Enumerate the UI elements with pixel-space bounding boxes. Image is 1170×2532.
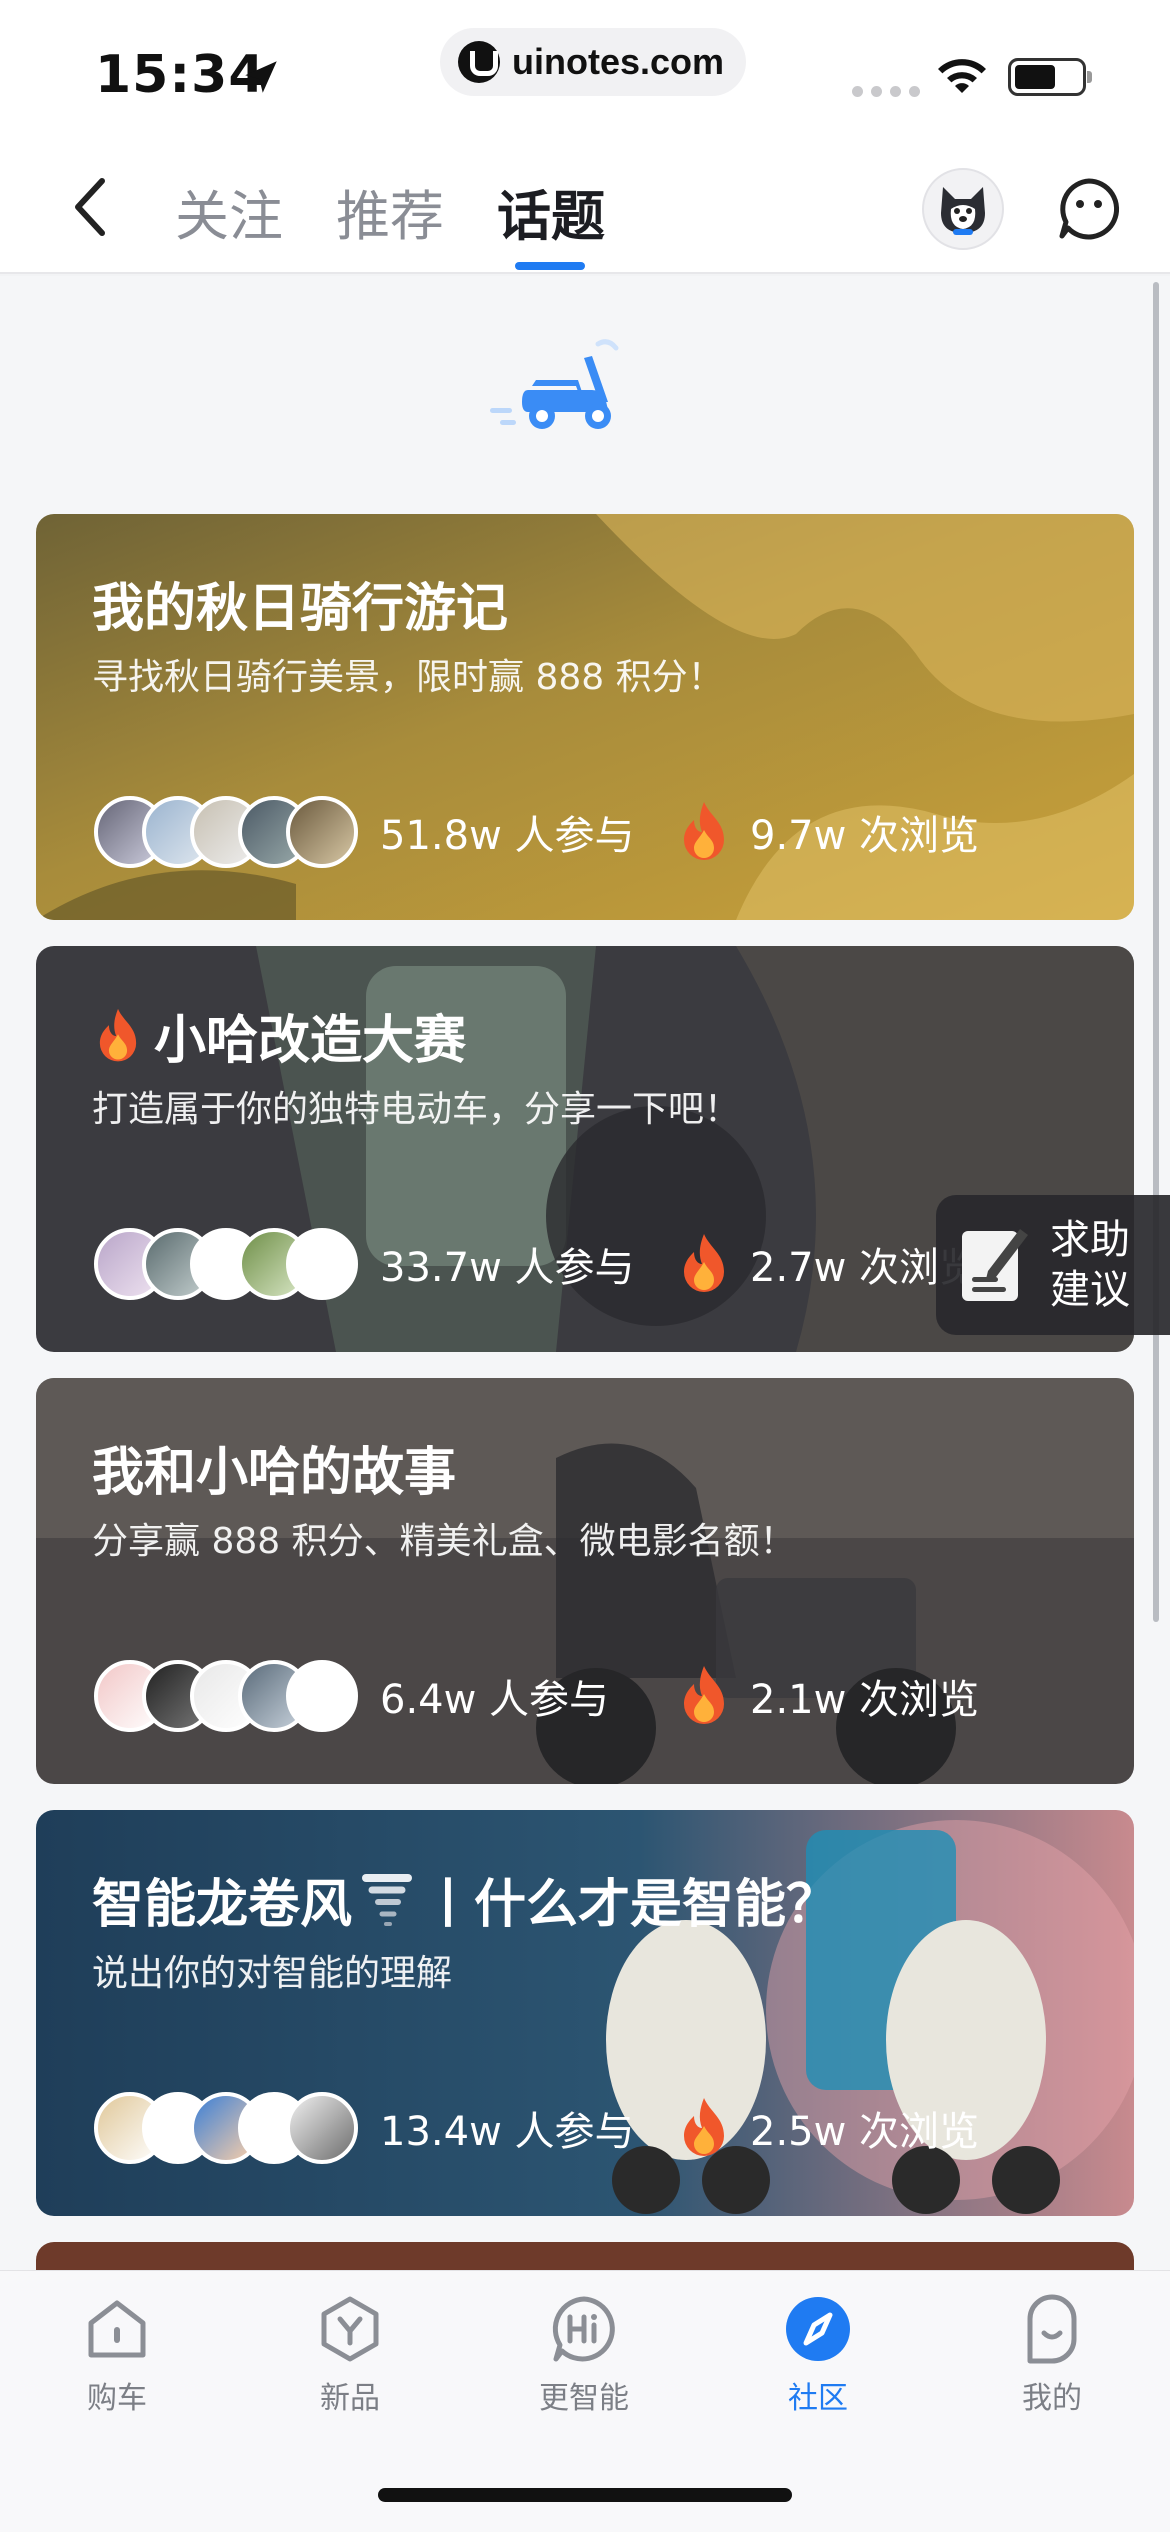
topic-cover-image	[36, 2242, 1134, 2271]
scrollbar[interactable]	[1153, 282, 1159, 1622]
message-icon[interactable]	[1056, 176, 1122, 242]
battery-icon	[1008, 58, 1092, 96]
topic-title-row: 小哈改造大赛	[92, 998, 466, 1073]
views-count: 9.7w 次浏览	[750, 813, 980, 859]
top-nav: 关注 推荐 话题	[0, 150, 1170, 274]
participants-count: 33.7w 人参与	[380, 1245, 635, 1291]
tabbar-item-buy[interactable]: 购车	[37, 2293, 197, 2417]
home-indicator[interactable]	[378, 2488, 792, 2502]
topic-card[interactable]	[36, 2242, 1134, 2271]
topic-title: 我的秋日骑行游记	[92, 579, 509, 639]
tabbar-item-new[interactable]: 新品	[270, 2293, 430, 2417]
tornado-icon	[362, 1873, 413, 1926]
location-arrow-icon	[245, 61, 277, 93]
cellular-signal-icon	[852, 86, 920, 97]
feedback-button[interactable]: 求助建议	[936, 1195, 1170, 1335]
fire-icon	[684, 2098, 724, 2156]
participant-avatars	[94, 796, 358, 868]
avatar-button[interactable]	[922, 168, 1004, 250]
back-button[interactable]	[60, 174, 120, 240]
topic-title-part: 智能龙卷风	[92, 1875, 353, 1935]
fire-icon	[684, 802, 724, 860]
views-count: 2.5w 次浏览	[750, 2109, 980, 2155]
status-bar: 15:34 uinotes.com	[0, 0, 1170, 150]
fire-icon	[684, 1666, 724, 1724]
tabbar-label: 购车	[87, 2381, 147, 2416]
feedback-label: 求助建议	[1050, 1217, 1130, 1313]
participants-count: 51.8w 人参与	[380, 813, 635, 859]
tabbar-label: 新品	[320, 2381, 380, 2416]
chevron-left-icon	[75, 178, 105, 236]
compass-icon	[786, 2297, 850, 2361]
views-count: 2.1w 次浏览	[750, 1677, 980, 1723]
url-text: uinotes.com	[512, 41, 725, 82]
topic-subtitle: 说出你的对智能的理解	[92, 1953, 453, 1994]
tabbar-item-smart[interactable]: 更智能	[504, 2293, 664, 2417]
topic-card[interactable]: 我的秋日骑行游记 寻找秋日骑行美景，限时赢 888 积分！ 51.8w 人参与 …	[36, 514, 1134, 920]
note-pen-icon	[962, 1229, 1028, 1301]
tabbar-item-community[interactable]: 社区	[738, 2293, 898, 2417]
house-icon	[88, 2300, 146, 2358]
avatar	[286, 2092, 358, 2164]
participants-count: 13.4w 人参与	[380, 2109, 635, 2155]
tabbar-label: 社区	[788, 2381, 848, 2416]
avatar	[286, 1228, 358, 1300]
hi-bubble-icon	[552, 2296, 615, 2362]
avatar	[286, 796, 358, 868]
participant-avatars	[94, 2092, 358, 2164]
scooter-loading-icon	[490, 339, 619, 429]
topic-title: 我和小哈的故事	[92, 1443, 457, 1503]
tab-recommend[interactable]: 推荐	[336, 172, 444, 251]
url-pill[interactable]: uinotes.com	[440, 28, 747, 96]
topic-card[interactable]: 我和小哈的故事 分享赢 888 积分、精美礼盒、微电影名额！ 6.4w 人参与 …	[36, 1378, 1134, 1784]
wifi-icon	[938, 59, 986, 93]
topic-subtitle: 打造属于你的独特电动车，分享一下吧！	[92, 1089, 741, 1130]
face-icon	[1027, 2294, 1077, 2364]
participants-count: 6.4w 人参与	[380, 1677, 610, 1723]
tabbar-label: 更智能	[539, 2381, 629, 2416]
topic-subtitle: 寻找秋日骑行美景，限时赢 888 积分！	[92, 657, 724, 698]
fire-icon	[684, 1234, 724, 1292]
topic-card[interactable]: 智能龙卷风 丨什么才是智能？ 说出你的对智能的理解 13.4w 人参与 2.5w…	[36, 1810, 1134, 2216]
tab-follow[interactable]: 关注	[175, 172, 283, 251]
topic-title-part: 丨什么才是智能？	[422, 1875, 839, 1935]
hexagon-y-icon	[321, 2296, 379, 2362]
topic-title-row: 智能龙卷风 丨什么才是智能？	[92, 1862, 838, 1937]
participant-avatars	[94, 1660, 358, 1732]
topic-title: 小哈改造大赛	[154, 1011, 467, 1071]
participant-avatars	[94, 1228, 358, 1300]
husky-avatar-icon	[941, 187, 985, 235]
avatar	[286, 1660, 358, 1732]
tabbar-item-mine[interactable]: 我的	[972, 2293, 1132, 2417]
tab-topics[interactable]: 话题	[497, 172, 605, 251]
active-tab-indicator	[515, 262, 585, 270]
tabbar-label: 我的	[1022, 2381, 1082, 2416]
site-logo-icon	[458, 41, 500, 83]
fire-icon	[99, 1008, 137, 1061]
topic-subtitle: 分享赢 888 积分、精美礼盒、微电影名额！	[92, 1521, 796, 1562]
